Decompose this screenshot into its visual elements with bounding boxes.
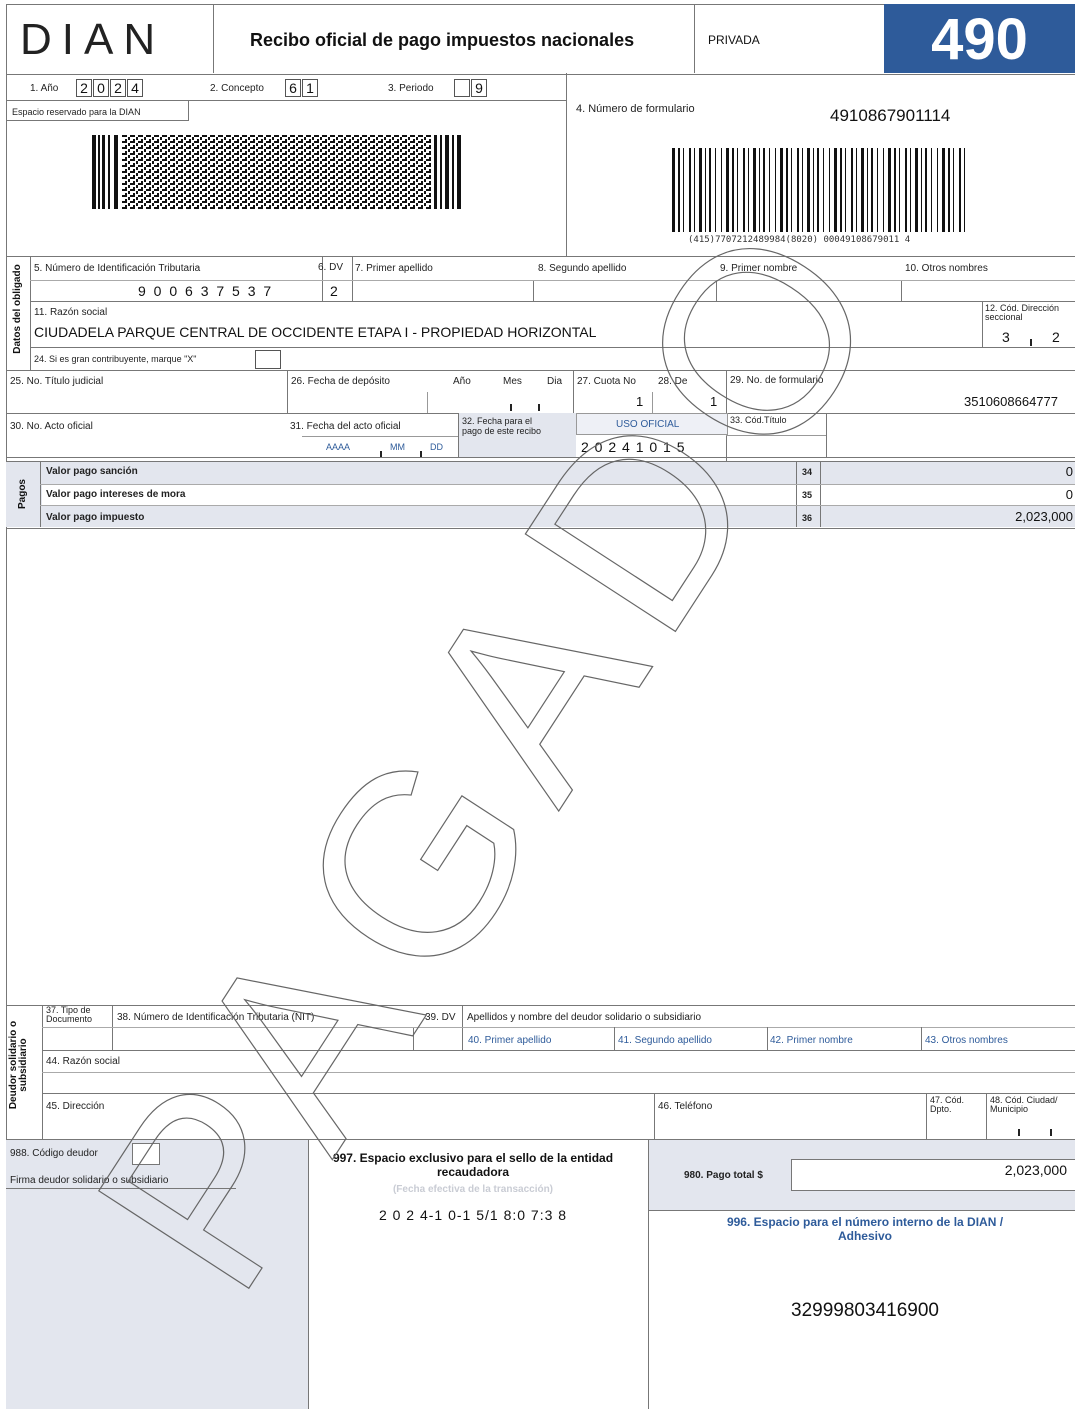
pago-row-num: 35	[802, 490, 813, 500]
reservado-label: Espacio reservado para la DIAN	[12, 107, 141, 117]
pago-total-label: 980. Pago total $	[684, 1170, 763, 1181]
codigo-deudor-box[interactable]	[132, 1143, 160, 1165]
num-formulario-label: 4. Número de formulario	[576, 103, 695, 115]
cod-direccion-label: 12. Cód. Dirección seccional	[985, 303, 1060, 322]
concepto-digit[interactable]: 1	[302, 79, 318, 97]
anio-digit[interactable]: 2	[110, 79, 126, 97]
barcode-left	[92, 135, 461, 209]
cuota-label: 27. Cuota No	[577, 376, 636, 387]
fecha-deposito-label: 26. Fecha de depósito	[291, 376, 390, 387]
aaaa-label: AAAA	[326, 442, 351, 452]
dv-label: 6. DV	[318, 262, 344, 273]
cod-titulo-label: 33. Cód.Título	[730, 415, 787, 425]
pago-row-value: 2,023,000	[1015, 509, 1073, 524]
deudor-apellidos-label: Apellidos y nombre del deudor solidario …	[467, 1012, 702, 1023]
anio-col-label: Año	[453, 376, 471, 387]
dv-value: 2	[330, 283, 338, 299]
concepto-digit[interactable]: 6	[285, 79, 301, 97]
deudor-section-label: Deudor solidario o subsidiario	[8, 1020, 29, 1110]
barcode-right	[672, 148, 965, 232]
razon-social-value: CIUDADELA PARQUE CENTRAL DE OCCIDENTE ET…	[34, 324, 597, 340]
concepto-label: 2. Concepto	[210, 83, 264, 94]
barcode-text: (415)7707212489984(8020) 00049108679011 …	[688, 235, 911, 245]
pago-row-label: Valor pago intereses de mora	[46, 489, 186, 500]
mm-label: MM	[390, 442, 405, 452]
razon-social-label: 11. Razón social	[34, 307, 108, 318]
form-code: 490	[931, 7, 1028, 72]
fecha-pago-value: 2 0 2 4 1 0 1 5	[581, 439, 686, 455]
form-title: Recibo oficial de pago impuestos naciona…	[250, 30, 635, 50]
interno-label: 996. Espacio para el número interno de l…	[726, 1215, 1004, 1243]
dia-col-label: Dia	[547, 376, 563, 387]
de-value: 1	[710, 394, 718, 409]
sello-fecha: 2 0 2 4-1 0-1 5/1 8:0 7:3 8	[378, 1207, 568, 1223]
de-label: 28. De	[658, 376, 688, 387]
nit-value: 9 0 0 6 3 7 5 3 7	[138, 283, 274, 299]
cod-direccion-digit: 3	[1002, 329, 1010, 345]
pago-row-label: Valor pago sanción	[46, 466, 138, 477]
codigo-deudor-label: 988. Código deudor	[10, 1148, 98, 1159]
deudor-nit-label: 38. Número de Identificación Tributaria …	[117, 1012, 315, 1023]
pago-row-num: 34	[802, 467, 813, 477]
dd-label: DD	[430, 442, 443, 452]
cuota-value: 1	[636, 394, 644, 409]
acto-oficial-label: 30. No. Acto oficial	[10, 421, 93, 432]
periodo-digit[interactable]	[454, 79, 470, 97]
primer-apellido-label: 7. Primer apellido	[355, 263, 433, 274]
otros-nombres-label: 10. Otros nombres	[905, 263, 988, 274]
no-formulario-value: 3510608664777	[964, 394, 1058, 409]
anio-digit[interactable]: 2	[76, 79, 92, 97]
periodo-digit[interactable]: 9	[471, 79, 487, 97]
dian-logo: DIAN	[20, 15, 166, 64]
gran-contribuyente-label: 24. Si es gran contribuyente, marque "X"	[34, 354, 197, 364]
deudor-segundo-apellido-label: 41. Segundo apellido	[618, 1035, 712, 1046]
tipo-doc-label: 37. Tipo de Documento	[46, 1005, 93, 1024]
privada-label: PRIVADA	[708, 33, 760, 47]
anio-digit[interactable]: 4	[127, 79, 143, 97]
primer-nombre-label: 9. Primer nombre	[720, 263, 798, 274]
interno-value: 32999803416900	[791, 1300, 939, 1321]
deudor-otros-nombres-label: 43. Otros nombres	[925, 1035, 1008, 1046]
sello-sub: (Fecha efectiva de la transacción)	[392, 1184, 554, 1195]
pago-total-value: 2,023,000	[1004, 1162, 1067, 1178]
cod-ciudad-label: 48. Cód. Ciudad/ Municipio	[990, 1095, 1058, 1114]
gran-contribuyente-checkbox[interactable]	[255, 350, 281, 369]
sello-title: 997. Espacio exclusivo para el sello de …	[332, 1151, 614, 1179]
mes-col-label: Mes	[503, 376, 522, 387]
pago-row-num: 36	[802, 513, 813, 523]
num-formulario: 4910867901114	[830, 106, 951, 125]
uso-oficial-label: USO OFICIAL	[616, 419, 680, 430]
obligado-section-label: Datos del obligado	[12, 264, 23, 354]
pago-row-value: 0	[1065, 487, 1073, 502]
anio-digit[interactable]: 0	[93, 79, 109, 97]
deudor-razon-social-label: 44. Razón social	[46, 1056, 120, 1067]
pagos-section-label: Pagos	[17, 479, 28, 510]
pago-row-label: Valor pago impuesto	[46, 512, 145, 523]
fecha-acto-label: 31. Fecha del acto oficial	[290, 421, 401, 432]
deudor-telefono-label: 46. Teléfono	[658, 1101, 713, 1112]
nit-label: 5. Número de Identificación Tributaria	[34, 263, 201, 274]
periodo-label: 3. Periodo	[388, 83, 434, 94]
deudor-dv-label: 39. DV	[425, 1012, 456, 1023]
pago-row-value: 0	[1065, 464, 1073, 479]
firma-label: Firma deudor solidario o subsidiario	[10, 1175, 169, 1186]
cod-direccion-digit: 2	[1052, 329, 1060, 345]
deudor-primer-nombre-label: 42. Primer nombre	[770, 1035, 853, 1046]
cod-dpto-label: 47. Cód. Dpto.	[930, 1095, 965, 1114]
titulo-judicial-label: 25. No. Título judicial	[10, 376, 104, 387]
deudor-direccion-label: 45. Dirección	[46, 1101, 105, 1112]
deudor-primer-apellido-label: 40. Primer apellido	[468, 1035, 552, 1046]
anio-label: 1. Año	[30, 83, 59, 94]
no-formulario-label: 29. No. de formulario	[730, 375, 824, 386]
segundo-apellido-label: 8. Segundo apellido	[538, 263, 627, 274]
fecha-pago-label: 32. Fecha para el pago de este recibo	[462, 416, 542, 436]
